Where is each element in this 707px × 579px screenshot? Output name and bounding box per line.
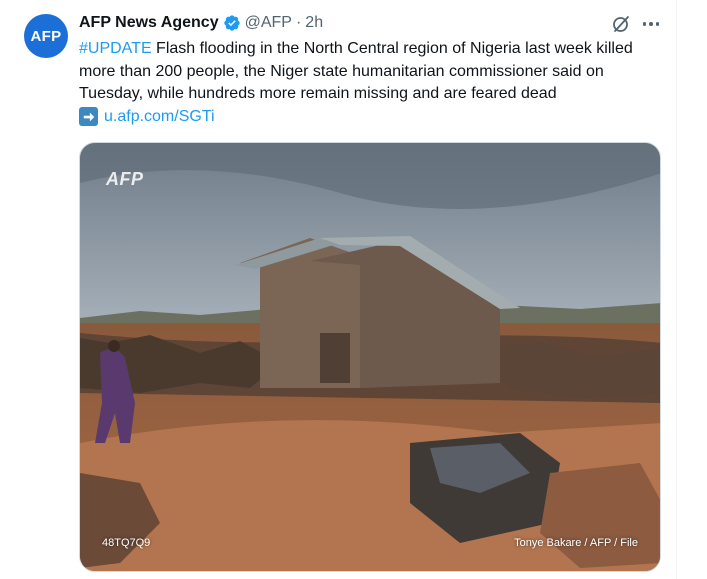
- avatar[interactable]: AFP: [24, 14, 68, 58]
- verified-badge-icon[interactable]: [223, 14, 241, 32]
- right-arrow-icon: [79, 107, 98, 127]
- link-row: u.afp.com/SGTi: [79, 106, 215, 129]
- tweet-text: #UPDATE Flash flooding in the North Cent…: [79, 38, 659, 131]
- handle[interactable]: @AFP: [245, 14, 292, 32]
- afp-watermark: AFP: [106, 169, 144, 189]
- timeline-divider: [676, 0, 677, 579]
- display-name[interactable]: AFP News Agency: [79, 14, 219, 32]
- photo-credit: Tonye Bakare / AFP / File: [514, 537, 638, 549]
- hashtag-link[interactable]: #UPDATE: [79, 40, 152, 57]
- article-link[interactable]: u.afp.com/SGTi: [104, 106, 215, 129]
- tweet-photo[interactable]: AFP 48TQ7Q9 Tonye Bakare / AFP / File: [79, 142, 661, 572]
- more-icon[interactable]: [640, 14, 662, 34]
- tweet-header: AFP News Agency @AFP · 2h: [79, 13, 323, 33]
- separator-dot: ·: [295, 14, 302, 31]
- avatar-logo-text: AFP: [30, 27, 62, 45]
- tweet-body: Flash flooding in the North Central regi…: [79, 40, 633, 102]
- timestamp[interactable]: 2h: [305, 14, 323, 32]
- flood-photo-image: [80, 143, 660, 571]
- photo-id: 48TQ7Q9: [102, 537, 151, 549]
- grok-icon[interactable]: [611, 14, 631, 34]
